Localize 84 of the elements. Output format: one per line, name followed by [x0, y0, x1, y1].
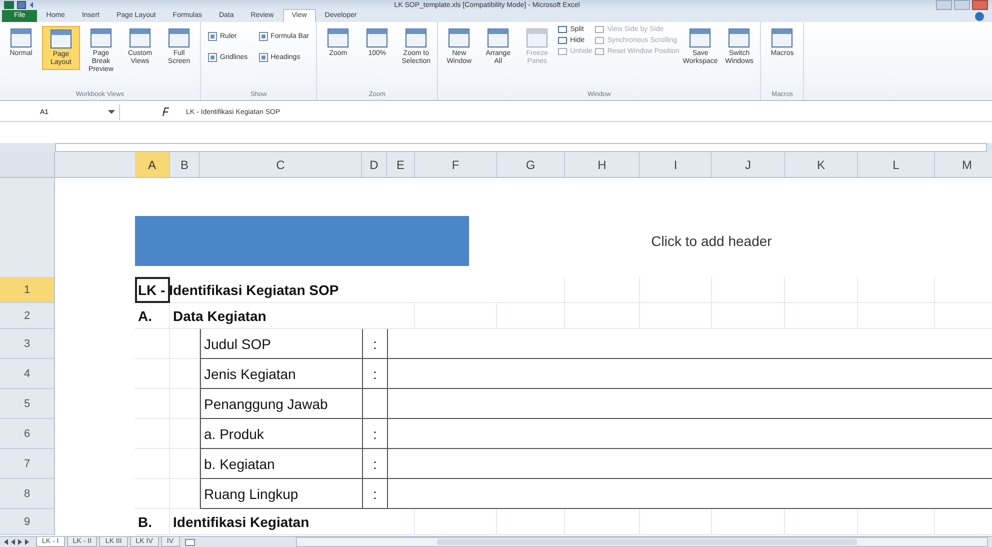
row-header[interactable]: 6	[0, 419, 55, 449]
checkbox[interactable]	[258, 32, 268, 41]
column-header[interactable]: J	[712, 152, 785, 177]
column-header[interactable]: B	[170, 152, 200, 177]
header-placeholder[interactable]: Click to add header	[565, 216, 858, 266]
column-header[interactable]: E	[387, 152, 415, 177]
table-cell: Judul SOP	[200, 329, 362, 359]
column-header[interactable]: C	[200, 152, 362, 177]
minimize-button[interactable]	[936, 0, 952, 10]
checkbox[interactable]	[208, 32, 217, 41]
column-header[interactable]: M	[935, 152, 992, 177]
help-icon	[975, 12, 984, 20]
grid-cell	[497, 303, 565, 329]
grid-cell	[640, 277, 712, 303]
window-icon	[526, 28, 548, 48]
table-cell: Ruang Lingkup	[200, 479, 362, 509]
window-icon	[50, 29, 72, 49]
close-button[interactable]	[972, 0, 988, 10]
window-icon	[168, 28, 190, 48]
section-heading: Identifikasi Kegiatan	[170, 509, 415, 535]
window-icon	[10, 28, 32, 48]
window-icon	[487, 28, 510, 48]
new-sheet-icon	[184, 538, 195, 546]
table-cell: Jenis Kegiatan	[200, 359, 362, 389]
row-header[interactable]: 5	[0, 389, 55, 419]
column-header[interactable]: G	[497, 152, 565, 177]
row-header[interactable]: 4	[0, 359, 55, 389]
row-header[interactable]: 7	[0, 449, 55, 479]
grid-cell	[640, 303, 712, 329]
grid-cell	[170, 389, 200, 419]
table-cell: Penanggung Jawab	[200, 389, 362, 419]
table-cell: :	[362, 359, 387, 389]
row-header[interactable]: 2	[0, 303, 55, 329]
section-heading: Data Kegiatan	[170, 303, 415, 329]
window-icon	[448, 28, 470, 48]
horizontal-scrollbar[interactable]	[296, 537, 988, 547]
column-header[interactable]: D	[362, 152, 387, 177]
window-icon	[366, 28, 388, 48]
checkbox[interactable]	[208, 53, 217, 62]
column-header[interactable]: A	[135, 152, 170, 177]
window-icon	[405, 28, 428, 48]
table-cell: :	[362, 329, 387, 359]
window-icon	[689, 28, 712, 48]
row-header[interactable]: 3	[0, 329, 55, 359]
grid-cell	[170, 479, 200, 509]
function-icon	[160, 107, 172, 117]
grid-cell	[170, 419, 200, 449]
table-cell	[362, 389, 387, 419]
grid-cell	[135, 479, 170, 509]
grid-cell	[170, 359, 200, 389]
save-icon	[17, 1, 26, 9]
window-icon	[327, 28, 350, 48]
window-icon	[728, 28, 750, 48]
table-cell: :	[362, 419, 387, 449]
grid-cell	[170, 329, 200, 359]
grid-cell	[497, 277, 565, 303]
grid-cell	[135, 329, 170, 359]
grid-cell	[135, 359, 170, 389]
select-all-button[interactable]	[0, 152, 55, 177]
sheet-title: LK - Identifikasi Kegiatan SOP	[135, 277, 497, 303]
column-header[interactable]: F	[415, 152, 497, 177]
row-header[interactable]: 8	[0, 479, 55, 509]
caret-icon	[108, 110, 115, 114]
column-header[interactable]: L	[858, 152, 935, 177]
column-header[interactable]: H	[565, 152, 640, 177]
grid-cell	[135, 419, 170, 449]
column-header[interactable]: I	[640, 152, 712, 177]
table-cell: a. Produk	[200, 419, 362, 449]
window-icon	[129, 28, 151, 48]
table-cell: :	[362, 479, 387, 509]
maximize-button[interactable]	[954, 0, 970, 10]
grid-cell	[170, 449, 200, 479]
window-icon	[771, 28, 794, 48]
row-header[interactable]: 1	[0, 277, 55, 303]
grid-cell	[135, 449, 170, 479]
table-cell: b. Kegiatan	[200, 449, 362, 479]
grid-cell	[135, 389, 170, 419]
header-section[interactable]	[135, 216, 469, 266]
excel-icon	[4, 1, 14, 9]
table-cell: :	[362, 449, 387, 479]
window-icon	[90, 28, 112, 48]
row-header[interactable]: 9	[0, 509, 55, 535]
checkbox[interactable]	[258, 53, 268, 62]
column-header[interactable]: K	[785, 152, 858, 177]
